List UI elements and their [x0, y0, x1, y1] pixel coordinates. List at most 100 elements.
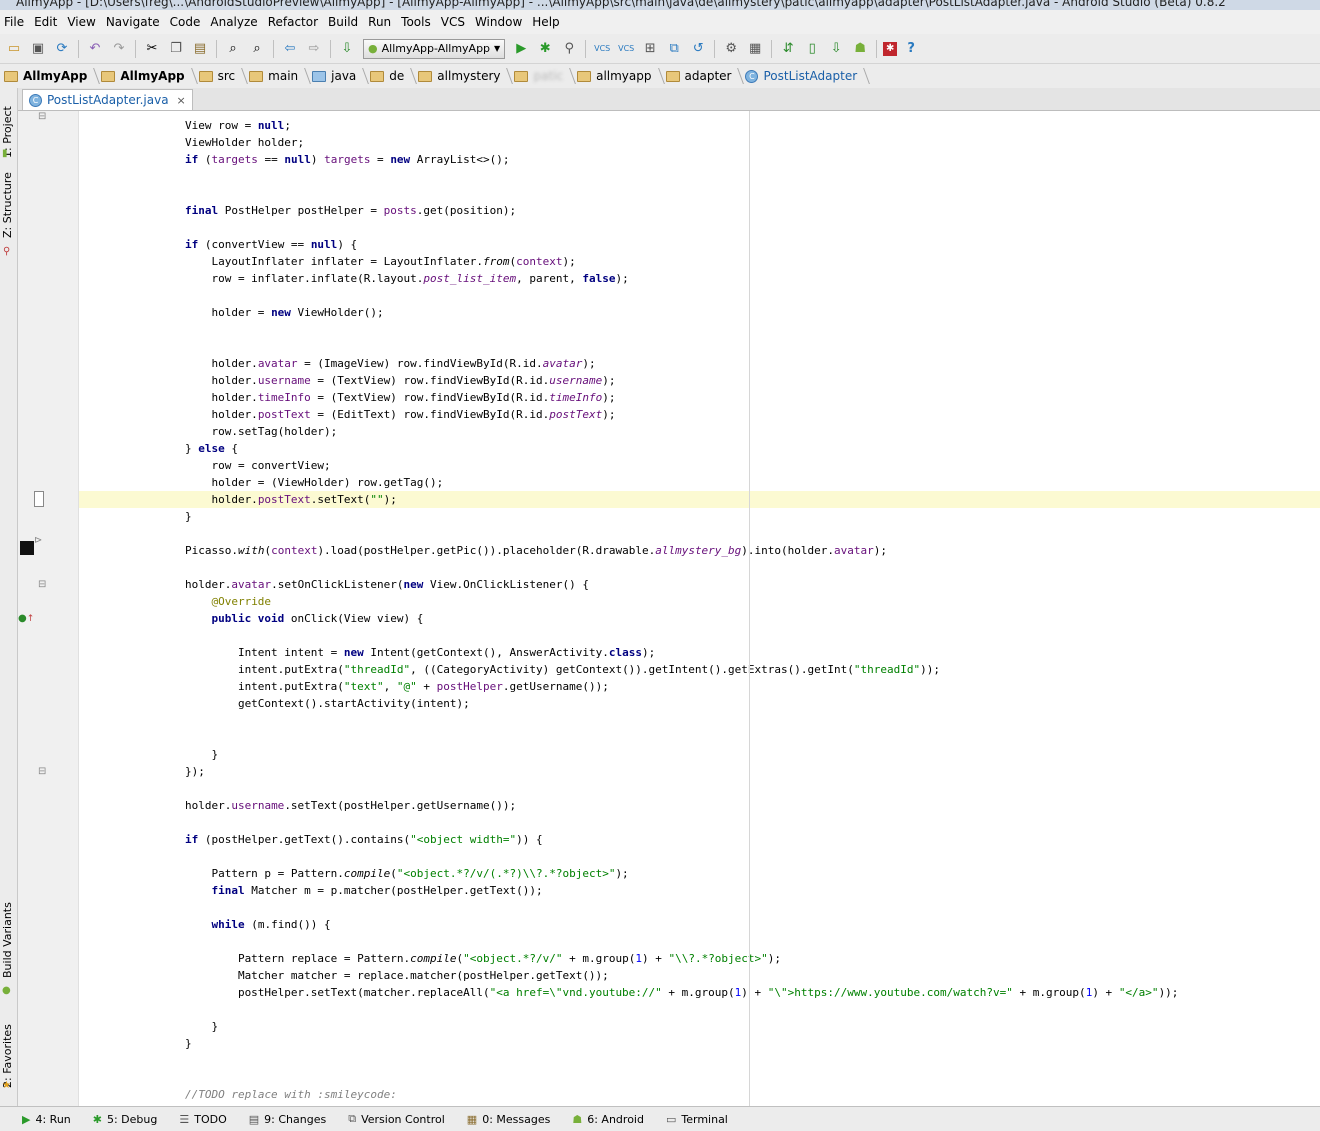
breadcrumb-allmyapp[interactable]: allmyapp [573, 66, 661, 86]
vcs-revert-icon[interactable]: ↺ [688, 39, 708, 59]
menu-refactor[interactable]: Refactor [264, 15, 324, 29]
todo-tool-button[interactable]: ☰ TODO [179, 1113, 226, 1126]
copy-icon[interactable]: ❐ [166, 39, 186, 59]
breadcrumb-project[interactable]: AllmyApp [0, 66, 97, 86]
run-configuration-label: AllmyApp-AllmyApp [381, 42, 491, 55]
todo-icon: ☰ [179, 1112, 190, 1126]
tool-label: 9: Changes [264, 1112, 327, 1126]
breadcrumb-patic[interactable]: patic [510, 66, 573, 86]
menu-window[interactable]: Window [471, 15, 528, 29]
sync-gradle-icon[interactable]: ⇵ [778, 39, 798, 59]
editor-gutter[interactable]: ⊟ ⊳ ⊟ ●↑ ⊟ [18, 111, 79, 1106]
breadcrumb-adapter[interactable]: adapter [662, 66, 742, 86]
messages-tool-button[interactable]: ▦ 0: Messages [467, 1113, 551, 1126]
fold-marker-icon[interactable]: ⊟ [38, 111, 46, 122]
code-line: row = convertView; [79, 459, 331, 472]
debug-icon[interactable]: ✱ [535, 39, 555, 59]
menu-build[interactable]: Build [324, 15, 364, 29]
favorites-tool-tab[interactable]: 2: Favorites [1, 1024, 14, 1088]
settings-icon[interactable]: ⚙ [721, 39, 741, 59]
code-line: final Matcher m = p.matcher(postHelper.g… [211, 884, 543, 897]
code-line: row.setTag(holder); [79, 425, 338, 438]
breadcrumb-src[interactable]: src [195, 66, 246, 86]
breadcrumb-label: src [217, 69, 236, 83]
editor-tab-postlistadapter[interactable]: C PostListAdapter.java × [22, 89, 193, 110]
breadcrumb-module[interactable]: AllmyApp [97, 66, 194, 86]
menu-tools[interactable]: Tools [397, 15, 437, 29]
save-icon[interactable]: ▣ [28, 39, 48, 59]
changes-tool-button[interactable]: ▤ 9: Changes [249, 1113, 326, 1126]
terminal-tool-button[interactable]: ▭ Terminal [666, 1113, 728, 1126]
editor-tab-bar: C PostListAdapter.java × [18, 88, 1320, 111]
build-variants-tool-tab[interactable]: Build Variants [1, 902, 14, 978]
android-device-monitor-icon[interactable]: ☗ [850, 39, 870, 59]
vcs-commit-icon[interactable]: VCS [616, 39, 636, 59]
run-tool-button[interactable]: ▶ 4: Run [22, 1113, 71, 1126]
tool-label: 6: Android [587, 1112, 644, 1126]
debug-tool-button[interactable]: ✱ 5: Debug [93, 1113, 158, 1126]
vcs-compare-icon[interactable]: ⊞ [640, 39, 660, 59]
breadcrumb-de[interactable]: de [366, 66, 414, 86]
breadcrumb-class[interactable]: C PostListAdapter [741, 66, 867, 86]
forward-icon[interactable]: ⇨ [304, 39, 324, 59]
breadcrumb-label: AllmyApp [120, 69, 185, 83]
code-editor[interactable]: View row = null; ViewHolder holder; if (… [79, 111, 1320, 1106]
vcs-update-icon[interactable]: VCS [592, 39, 612, 59]
paste-icon[interactable]: ▤ [190, 39, 210, 59]
menu-navigate[interactable]: Navigate [102, 15, 166, 29]
replace-icon[interactable]: ⌕ [247, 39, 267, 59]
avd-manager-icon[interactable]: ▯ [802, 39, 822, 59]
package-icon [514, 70, 529, 82]
menu-view[interactable]: View [63, 15, 101, 29]
code-line: Pattern p = Pattern.compile("<object.*?/… [79, 867, 629, 880]
menu-vcs[interactable]: VCS [437, 15, 471, 29]
vcs-history-icon[interactable]: ⧉ [664, 39, 684, 59]
fold-marker-icon[interactable]: ⊟ [38, 579, 46, 590]
plugin-icon[interactable]: ✱ [883, 41, 898, 56]
package-icon [577, 70, 592, 82]
undo-icon[interactable]: ↶ [85, 39, 105, 59]
help-icon[interactable]: ? [901, 39, 921, 59]
back-icon[interactable]: ⇦ [280, 39, 300, 59]
menu-code[interactable]: Code [166, 15, 207, 29]
breadcrumb-allmystery[interactable]: allmystery [414, 66, 510, 86]
menu-run[interactable]: Run [364, 15, 397, 29]
messages-icon: ▦ [466, 1112, 478, 1126]
android-tool-button[interactable]: ☗ 6: Android [572, 1113, 644, 1126]
code-line: row = inflater.inflate(R.layout.post_lis… [79, 272, 629, 285]
class-icon: C [745, 69, 759, 83]
sync-icon[interactable]: ⟳ [52, 39, 72, 59]
breadcrumb-main[interactable]: main [245, 66, 308, 86]
code-line: holder.username.setText(postHelper.getUs… [79, 799, 517, 812]
cut-icon[interactable]: ✂ [142, 39, 162, 59]
sdk-manager-icon[interactable]: ⇩ [826, 39, 846, 59]
toolbar-separator [714, 39, 716, 58]
code-line: final PostHelper postHelper = posts.get(… [184, 204, 517, 217]
attach-debugger-icon[interactable]: ⚲ [559, 39, 579, 59]
code-line: } [79, 1020, 219, 1033]
breadcrumb-java[interactable]: java [308, 66, 366, 86]
version-control-tool-button[interactable]: ⧉ Version Control [348, 1112, 445, 1126]
open-folder-icon[interactable]: ▭ [4, 39, 24, 59]
project-structure-icon[interactable]: ▦ [745, 39, 765, 59]
run-configuration-select[interactable]: ● AllmyApp-AllmyApp ▼ [363, 38, 506, 59]
make-project-icon[interactable]: ⇩ [337, 39, 357, 59]
code-line: if (convertView == null) { [184, 238, 358, 251]
image-preview-icon [20, 541, 34, 555]
fold-marker-icon[interactable]: ⊳ [34, 535, 42, 546]
structure-tool-tab[interactable]: Z: Structure [1, 172, 14, 238]
menu-help[interactable]: Help [528, 15, 565, 29]
menu-file[interactable]: File [0, 15, 30, 29]
menu-edit[interactable]: Edit [30, 15, 63, 29]
fold-marker-icon[interactable]: ⊟ [38, 766, 46, 777]
find-icon[interactable]: ⌕ [223, 39, 243, 59]
window-title: AllmyApp - [D:\Users\freg\...\AndroidStu… [16, 0, 1226, 9]
breadcrumb-label: adapter [684, 69, 732, 83]
menu-analyze[interactable]: Analyze [206, 15, 263, 29]
android-icon: ▮ [2, 148, 8, 159]
run-icon[interactable]: ▶ [511, 39, 531, 59]
redo-icon[interactable]: ↷ [109, 39, 129, 59]
tool-label: Terminal [681, 1112, 728, 1126]
debug-icon: ✱ [92, 1112, 102, 1126]
close-icon[interactable]: × [177, 94, 186, 107]
